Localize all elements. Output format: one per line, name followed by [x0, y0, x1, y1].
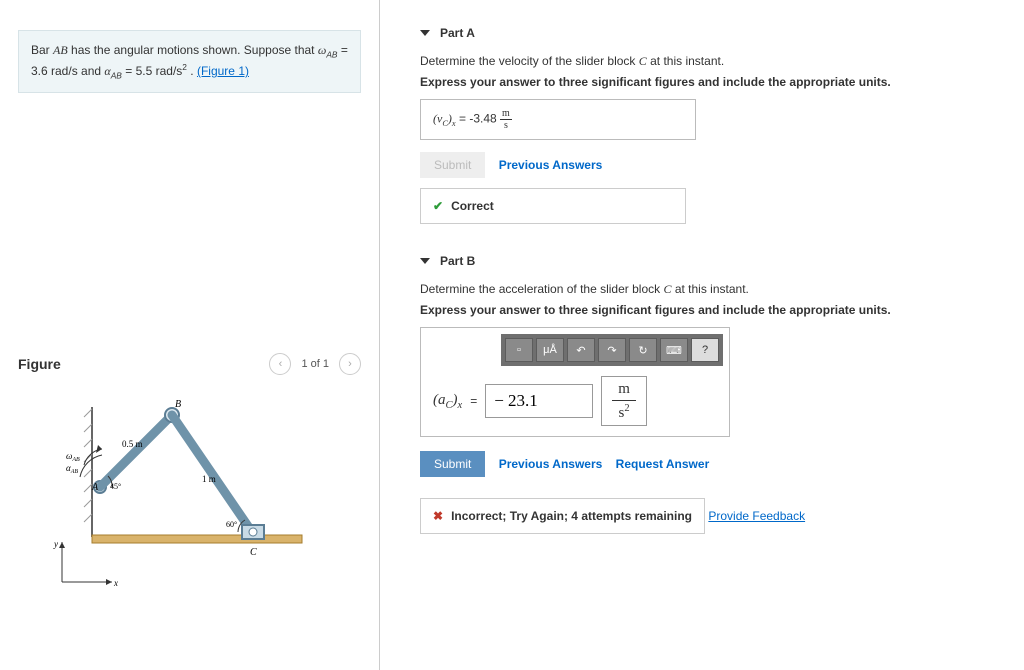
- part-b-previous-answers-link[interactable]: Previous Answers: [499, 457, 603, 471]
- part-b-feedback: Incorrect; Try Again; 4 attempts remaini…: [420, 498, 705, 534]
- part-a-prompt: Determine the velocity of the slider blo…: [420, 54, 994, 69]
- svg-text:0.5 m: 0.5 m: [122, 439, 143, 449]
- figure-diagram: A B C 0.5 m 1 m 45° 60° ωAB αAB x y: [18, 383, 361, 591]
- figure-page-indicator: 1 of 1: [301, 358, 329, 370]
- part-b-answer-area: ▫ μÅ ↶ ↷ ↻ ⌨ ? (aC)x = m s2: [420, 327, 730, 437]
- part-b-units-input[interactable]: m s2: [601, 376, 647, 426]
- part-a-instruction: Express your answer to three significant…: [420, 75, 994, 89]
- keyboard-icon[interactable]: ⌨: [660, 338, 688, 362]
- svg-text:1 m: 1 m: [202, 474, 216, 484]
- part-b-request-answer-link[interactable]: Request Answer: [616, 457, 710, 471]
- equation-toolbar: ▫ μÅ ↶ ↷ ↻ ⌨ ?: [501, 334, 723, 366]
- template-tool-icon[interactable]: ▫: [505, 338, 533, 362]
- reset-icon[interactable]: ↻: [629, 338, 657, 362]
- svg-text:B: B: [175, 399, 181, 410]
- svg-text:y: y: [53, 539, 58, 549]
- svg-text:A: A: [91, 482, 99, 493]
- part-a-feedback: Correct: [420, 188, 686, 224]
- part-b-header[interactable]: Part B: [420, 254, 994, 268]
- collapse-icon: [420, 30, 430, 36]
- symbols-tool-icon[interactable]: μÅ: [536, 338, 564, 362]
- undo-icon[interactable]: ↶: [567, 338, 595, 362]
- provide-feedback-link[interactable]: Provide Feedback: [708, 509, 805, 523]
- part-b-submit-button[interactable]: Submit: [420, 451, 485, 477]
- svg-text:C: C: [250, 547, 257, 558]
- svg-text:αAB: αAB: [66, 463, 78, 475]
- figure-prev-button[interactable]: ‹: [269, 353, 291, 375]
- figure-title: Figure: [18, 356, 61, 372]
- part-a-header[interactable]: Part A: [420, 26, 994, 40]
- svg-text:45°: 45°: [110, 482, 121, 491]
- collapse-icon: [420, 258, 430, 264]
- help-icon[interactable]: ?: [691, 338, 719, 362]
- figure-link[interactable]: (Figure 1): [197, 64, 249, 78]
- part-b-instruction: Express your answer to three significant…: [420, 303, 994, 317]
- part-b-value-input[interactable]: [485, 384, 593, 418]
- figure-next-button[interactable]: ›: [339, 353, 361, 375]
- svg-text:ωAB: ωAB: [66, 451, 80, 463]
- part-a-submit-button: Submit: [420, 152, 485, 178]
- svg-text:x: x: [113, 578, 118, 587]
- part-a-answer-display: (vC)x = -3.48 ms: [420, 99, 696, 140]
- problem-statement: Bar AB has the angular motions shown. Su…: [18, 30, 361, 93]
- svg-text:60°: 60°: [226, 520, 237, 529]
- redo-icon[interactable]: ↷: [598, 338, 626, 362]
- part-b-prompt: Determine the acceleration of the slider…: [420, 282, 994, 297]
- part-a-previous-answers-link[interactable]: Previous Answers: [499, 158, 603, 172]
